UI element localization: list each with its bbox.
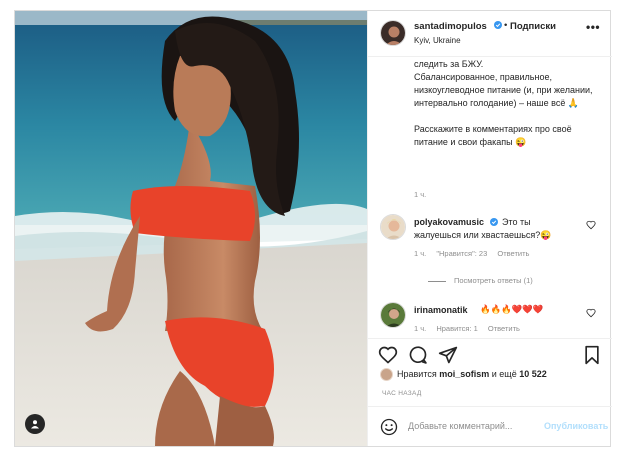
replies-line: [428, 280, 446, 282]
separator-dot: •: [504, 20, 508, 31]
post-time[interactable]: час назад: [382, 390, 422, 397]
caption-time[interactable]: 1 ч.: [414, 190, 426, 199]
liker-avatar[interactable]: [380, 368, 393, 381]
comment-time[interactable]: 1 ч.: [414, 249, 426, 258]
more-options-icon[interactable]: •••: [586, 20, 600, 34]
post-caption: следить за БЖУ. Сбалансированное, правил…: [414, 58, 604, 162]
comment-time[interactable]: 1 ч.: [414, 324, 426, 333]
comment-meta: 1 ч. Нравится: 1 Ответить: [414, 324, 528, 333]
likes-prefix: Нравится: [397, 368, 437, 379]
view-replies-label: Посмотреть ответы (1): [454, 276, 533, 285]
post-header: santadimopulos • Подписки Kyiv, Ukraine …: [368, 11, 612, 57]
author-username[interactable]: santadimopulos: [414, 21, 487, 32]
add-comment-bar: Добавьте комментарий... Опубликовать: [368, 406, 612, 446]
heart-icon[interactable]: [378, 345, 398, 365]
likes-summary: Нравится moi_sofism и ещё 10 522: [380, 368, 610, 381]
commenter-username[interactable]: polyakovamusic: [414, 217, 484, 227]
likes-count[interactable]: 10 522: [519, 369, 547, 379]
reply-button[interactable]: Ответить: [497, 249, 529, 258]
comment-meta: 1 ч. "Нравится": 23 Ответить: [414, 249, 537, 258]
beach-photo: [15, 11, 367, 446]
post-photo[interactable]: [15, 11, 367, 446]
commenter-avatar[interactable]: [380, 214, 406, 240]
paper-plane-icon[interactable]: [438, 345, 458, 365]
instagram-post: santadimopulos • Подписки Kyiv, Ukraine …: [14, 10, 612, 447]
comment-text: Это ты: [502, 217, 531, 227]
heart-icon[interactable]: [586, 308, 596, 318]
comment-text-continued: жалуешься или хвастаешься?😜: [414, 230, 552, 240]
author-avatar[interactable]: [380, 20, 406, 46]
comments-scroll-area[interactable]: следить за БЖУ. Сбалансированное, правил…: [368, 58, 612, 348]
smiley-icon[interactable]: [380, 418, 398, 436]
comment-input[interactable]: Добавьте комментарий...: [408, 421, 512, 431]
reply-button[interactable]: Ответить: [488, 324, 520, 333]
verified-badge-icon: [490, 218, 498, 226]
comment-icon[interactable]: [408, 345, 428, 365]
action-bar: [368, 338, 612, 368]
following-button[interactable]: Подписки: [510, 21, 556, 32]
comment-text: 🔥🔥🔥❤️❤️❤️: [480, 304, 544, 314]
tag-button[interactable]: [25, 414, 45, 434]
post-location[interactable]: Kyiv, Ukraine: [414, 36, 461, 45]
liker-username[interactable]: moi_sofism: [439, 369, 489, 379]
comment-likes[interactable]: "Нравится": 23: [436, 249, 487, 258]
likes-suffix: и ещё: [491, 368, 517, 379]
caption-line: Сбалансированное, правильное, низкоуглев…: [414, 72, 593, 108]
caption-line: Расскажите в комментариях про своё питан…: [414, 124, 572, 147]
caption-line: следить за БЖУ.: [414, 59, 484, 69]
verified-badge-icon: [494, 21, 502, 29]
heart-icon[interactable]: [586, 220, 596, 230]
commenter-username[interactable]: irinamonatik: [414, 305, 468, 315]
comment-likes[interactable]: Нравится: 1: [436, 324, 477, 333]
publish-button[interactable]: Опубликовать: [544, 421, 608, 431]
commenter-avatar[interactable]: [380, 302, 406, 328]
bookmark-icon[interactable]: [582, 345, 602, 365]
user-tag-icon: [31, 420, 39, 429]
post-sidebar: santadimopulos • Подписки Kyiv, Ukraine …: [367, 11, 612, 446]
view-replies-button[interactable]: Посмотреть ответы (1): [428, 276, 533, 285]
